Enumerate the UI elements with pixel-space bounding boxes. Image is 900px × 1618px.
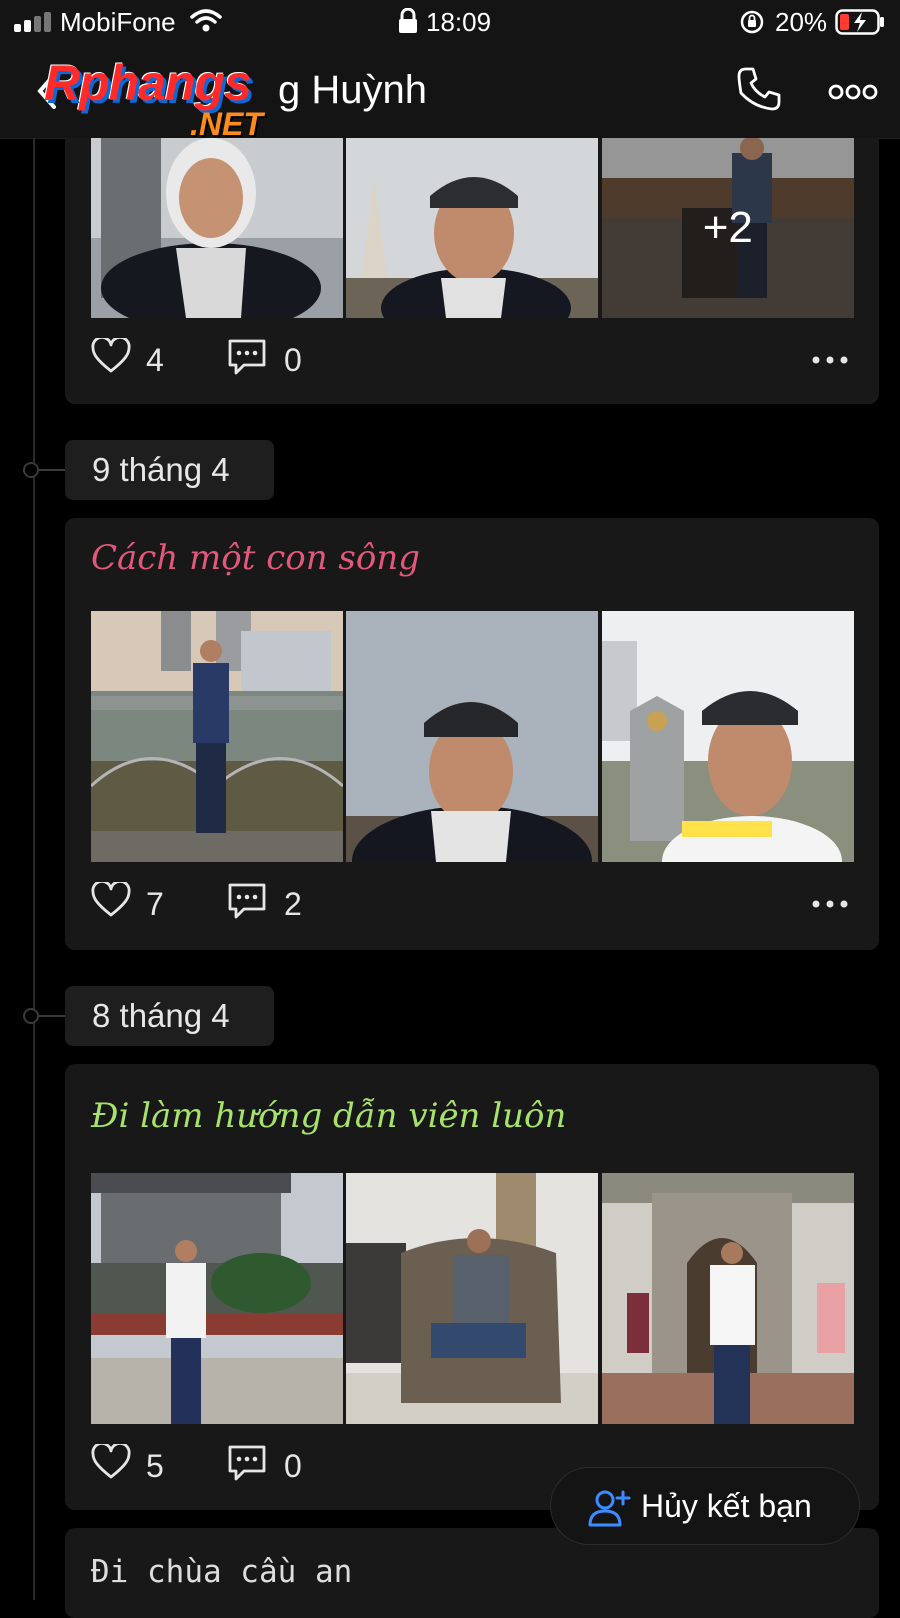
photo-thumbnail[interactable] (91, 611, 343, 862)
photo-row (91, 1173, 854, 1424)
photo-thumbnail[interactable] (91, 138, 343, 318)
comment-count: 0 (284, 1448, 302, 1484)
watermark-logo: Rphangs .NET (44, 54, 314, 146)
photo-thumbnail[interactable] (601, 611, 854, 862)
post-card: Đi làm hướng dẫn viên luôn 5 0 (65, 1064, 879, 1510)
photo-row (91, 611, 854, 862)
unfriend-button[interactable]: Hủy kết bạn (550, 1467, 860, 1545)
carrier-label: MobiFone (60, 7, 176, 37)
more-icon[interactable] (828, 84, 878, 100)
post-actions: 7 2 (91, 878, 854, 928)
timeline-node (23, 1008, 39, 1024)
profile-header: g Huỳnh Rphangs .NET (0, 44, 900, 142)
comment-count: 2 (284, 886, 302, 922)
date-label: 9 tháng 4 (65, 440, 274, 500)
post-caption: Đi chùa cầu an (91, 1554, 353, 1590)
unfriend-label: Hủy kết bạn (641, 1488, 812, 1524)
status-bar: MobiFone 18:09 20% (0, 0, 900, 44)
battery-percent: 20% (775, 7, 828, 37)
comment-icon[interactable] (227, 882, 267, 920)
photo-thumbnail[interactable] (346, 1173, 599, 1424)
timeline-node (23, 462, 39, 478)
photo-thumbnail[interactable] (601, 1173, 854, 1424)
photo-thumbnail[interactable]: +2 (601, 138, 854, 318)
heart-icon[interactable] (91, 1444, 131, 1480)
post-caption: Đi làm hướng dẫn viên luôn (91, 1096, 567, 1136)
like-count: 4 (146, 342, 164, 378)
add-friend-icon (588, 1490, 631, 1527)
wifi-icon (190, 9, 222, 32)
lock-icon (399, 8, 417, 33)
photo-thumbnail[interactable] (346, 138, 599, 318)
like-count: 5 (146, 1448, 164, 1484)
photo-row: +2 (91, 138, 854, 318)
comment-count: 0 (284, 342, 302, 378)
signal-icon (14, 12, 52, 32)
photo-thumbnail[interactable] (91, 1173, 343, 1424)
dots-icon[interactable] (812, 356, 848, 364)
photo-thumbnail[interactable] (346, 611, 599, 862)
post-card: +2 4 0 (65, 138, 879, 404)
battery-icon (835, 9, 884, 35)
more-photos-count[interactable]: +2 (601, 138, 854, 318)
timeline-line (33, 138, 35, 1600)
post-actions: 4 0 (91, 334, 854, 384)
like-count: 7 (146, 886, 164, 922)
comment-icon[interactable] (227, 1444, 267, 1482)
logo-main-text: Rphangs (44, 55, 252, 111)
timeline-connector (39, 1015, 65, 1017)
date-label: 8 tháng 4 (65, 986, 274, 1046)
clock: 18:09 (426, 7, 492, 37)
heart-icon[interactable] (91, 882, 131, 918)
dots-icon[interactable] (812, 900, 848, 908)
timeline-connector (39, 469, 65, 471)
post-caption: Cách một con sông (91, 538, 421, 578)
rotation-lock-icon (740, 10, 764, 34)
comment-icon[interactable] (227, 338, 267, 376)
phone-icon[interactable] (736, 66, 782, 112)
heart-icon[interactable] (91, 338, 131, 374)
post-card: Cách một con sông 7 2 (65, 518, 879, 950)
